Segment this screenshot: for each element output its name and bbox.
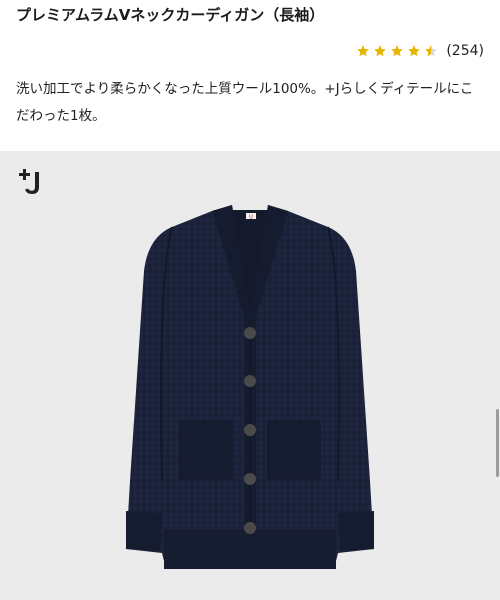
cardigan-button xyxy=(244,375,256,387)
star-icon xyxy=(357,45,370,57)
product-description: 洗い加工でより柔らかくなった上質ウール100%。+Jらしくディテールにこだわった… xyxy=(16,81,474,124)
scrollbar[interactable] xyxy=(496,409,499,477)
review-count[interactable]: (254) xyxy=(446,43,484,59)
cardigan-button xyxy=(244,522,256,534)
star-icon xyxy=(374,45,387,57)
star-icon xyxy=(391,45,404,57)
star-icon xyxy=(408,45,421,57)
cardigan-button xyxy=(244,327,256,339)
half-star-icon xyxy=(425,45,438,57)
rating-summary[interactable]: (254) xyxy=(356,40,484,62)
product-title: プレミアムラムVネックカーディガン（長袖） xyxy=(16,6,325,24)
star-rating xyxy=(356,44,438,58)
cardigan-button xyxy=(244,424,256,436)
product-image[interactable]: U xyxy=(0,151,500,600)
cardigan-image: U xyxy=(126,205,374,569)
cardigan-button xyxy=(244,473,256,485)
garment-label: U xyxy=(249,215,253,221)
